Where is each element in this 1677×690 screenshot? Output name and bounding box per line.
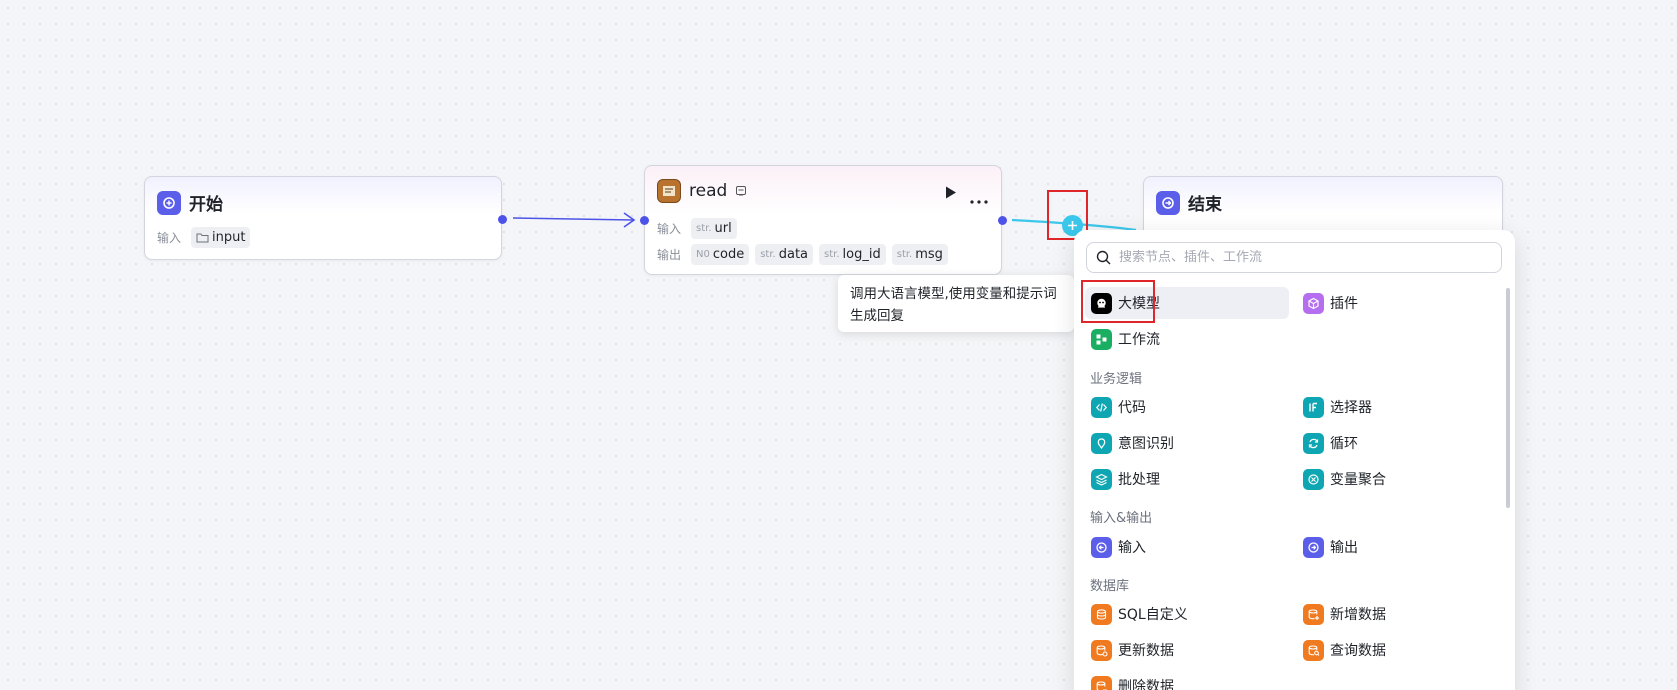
intent-icon	[1091, 432, 1112, 454]
more-icon	[970, 200, 988, 204]
node-item-code[interactable]: 代码	[1085, 391, 1289, 423]
item-label: SQL自定义	[1118, 607, 1188, 623]
read-input-port[interactable]	[640, 216, 649, 225]
item-label: 查询数据	[1330, 643, 1386, 659]
read-input-label: 输入	[657, 222, 682, 236]
start-node-title: 开始	[189, 195, 223, 215]
search-icon	[1096, 250, 1111, 265]
item-label: 输出	[1330, 540, 1358, 556]
item-label: 新增数据	[1330, 607, 1386, 623]
start-node[interactable]: 开始 输入 input	[144, 176, 502, 260]
if-icon	[1303, 396, 1324, 418]
tooltip-line-2: 生成回复	[850, 308, 904, 324]
node-item-selector[interactable]: 选择器	[1297, 391, 1497, 423]
edge-start-to-read	[512, 217, 634, 221]
code-icon	[1091, 396, 1112, 418]
node-item-db-add[interactable]: 新增数据	[1297, 598, 1497, 630]
end-node-title: 结束	[1188, 195, 1222, 215]
read-output-port[interactable]	[998, 216, 1007, 225]
batch-icon	[1091, 468, 1112, 490]
llm-tooltip: 调用大语言模型,使用变量和提示词 生成回复	[838, 275, 1074, 332]
item-label: 批处理	[1118, 472, 1160, 488]
node-item-plugin[interactable]: 插件	[1297, 287, 1497, 319]
db-query-icon	[1303, 639, 1324, 661]
item-label: 变量聚合	[1330, 472, 1386, 488]
start-input-tag: input	[191, 227, 251, 248]
folder-icon	[196, 233, 209, 243]
var-type: N0	[696, 249, 710, 260]
loop-icon	[1303, 432, 1324, 454]
item-label: 插件	[1330, 296, 1358, 312]
search-box[interactable]	[1086, 242, 1502, 273]
read-output-tag: N0 code	[691, 244, 750, 265]
var-type: str.	[896, 249, 913, 260]
var-name: log_id	[842, 247, 881, 262]
node-item-batch[interactable]: 批处理	[1085, 463, 1289, 495]
play-icon	[946, 186, 956, 199]
node-item-sql[interactable]: SQL自定义	[1085, 598, 1289, 630]
start-output-port[interactable]	[498, 215, 507, 224]
aggregate-icon	[1303, 468, 1324, 490]
var-type: str.	[824, 249, 840, 260]
highlight-llm-item	[1081, 280, 1155, 323]
scrollbar[interactable]	[1506, 288, 1510, 508]
db-delete-icon	[1091, 675, 1112, 690]
workflow-icon	[1091, 328, 1112, 350]
read-plugin-icon	[657, 179, 681, 203]
search-input[interactable]	[1119, 250, 1479, 265]
start-input-var: input	[212, 230, 246, 245]
node-item-intent[interactable]: 意图识别	[1085, 427, 1289, 459]
plugin-icon	[1303, 292, 1324, 314]
node-item-output[interactable]: 输出	[1297, 531, 1497, 563]
item-label: 循环	[1330, 436, 1358, 452]
input-icon	[1091, 536, 1112, 558]
var-type: str.	[696, 223, 712, 234]
read-output-tag: str. msg	[891, 244, 948, 265]
item-label: 删除数据	[1118, 679, 1174, 690]
start-input-label: 输入	[157, 231, 182, 245]
read-output-tag: str. log_id	[819, 244, 886, 265]
read-output-tag: str. data	[755, 244, 814, 265]
item-label: 工作流	[1118, 332, 1160, 348]
node-item-input[interactable]: 输入	[1085, 531, 1289, 563]
var-name: url	[714, 221, 732, 236]
read-input-tag: str. url	[691, 218, 737, 239]
node-item-aggregate[interactable]: 变量聚合	[1297, 463, 1497, 495]
var-name: code	[712, 247, 745, 262]
end-icon	[1156, 190, 1180, 215]
node-item-db-delete[interactable]: 删除数据	[1085, 670, 1289, 690]
var-name: data	[778, 247, 809, 262]
read-output-label: 输出	[657, 248, 682, 262]
section-title-database: 数据库	[1090, 579, 1130, 594]
item-label: 代码	[1118, 400, 1146, 416]
item-label: 意图识别	[1118, 436, 1174, 452]
read-node[interactable]: read 输入 str. url 输出 N0 code str. data str.…	[644, 165, 1002, 275]
node-item-db-query[interactable]: 查询数据	[1297, 634, 1497, 666]
item-label: 更新数据	[1118, 643, 1174, 659]
output-icon	[1303, 536, 1324, 558]
section-title-io: 输入&输出	[1090, 511, 1153, 526]
section-title-logic: 业务逻辑	[1090, 372, 1143, 387]
node-item-loop[interactable]: 循环	[1297, 427, 1497, 459]
more-button[interactable]	[970, 189, 988, 208]
var-name: msg	[915, 247, 943, 262]
badge-icon	[736, 186, 747, 196]
sql-icon	[1091, 603, 1112, 625]
start-icon	[157, 190, 181, 215]
read-node-title: read	[689, 181, 728, 201]
tooltip-line-1: 调用大语言模型,使用变量和提示词	[850, 286, 1057, 302]
node-item-workflow[interactable]: 工作流	[1085, 323, 1289, 355]
run-button[interactable]	[945, 184, 957, 203]
item-label: 输入	[1118, 540, 1146, 556]
db-add-icon	[1303, 603, 1324, 625]
node-item-db-update[interactable]: 更新数据	[1085, 634, 1289, 666]
db-update-icon	[1091, 639, 1112, 661]
var-type: str.	[760, 249, 776, 260]
item-label: 选择器	[1330, 400, 1372, 416]
